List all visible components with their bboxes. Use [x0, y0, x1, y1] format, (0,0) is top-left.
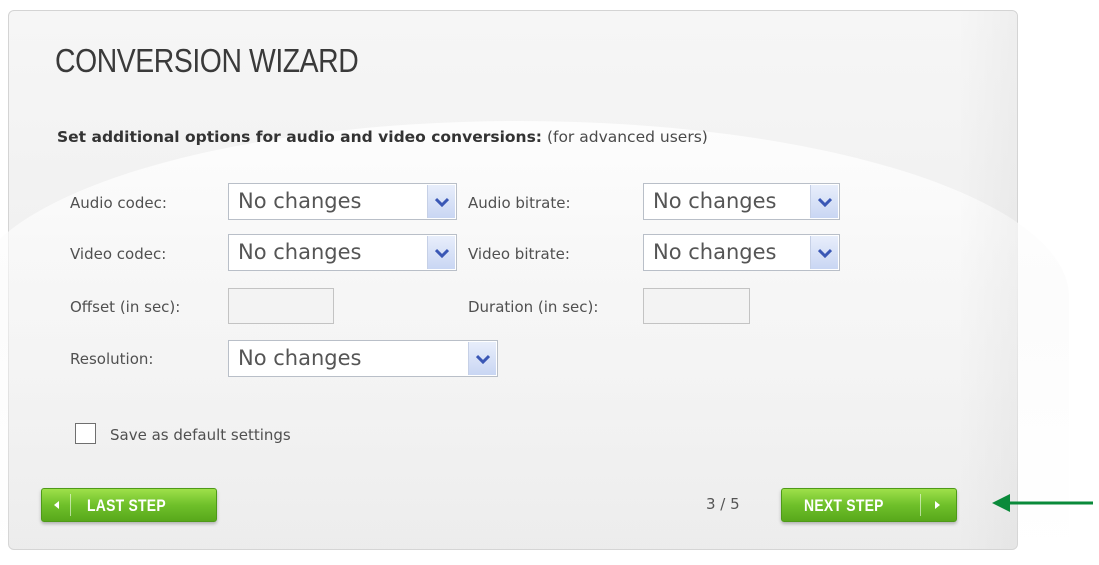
last-step-label: LAST STEP	[87, 496, 166, 515]
next-step-label: NEXT STEP	[804, 496, 884, 515]
arrow-left-icon	[54, 501, 59, 509]
panel-shade	[957, 11, 1017, 549]
button-separator	[70, 494, 71, 516]
last-step-button[interactable]: LAST STEP	[41, 488, 217, 522]
arrow-right-icon	[935, 501, 940, 509]
wizard-panel	[0, 10, 1069, 561]
audio-codec-label: Audio codec:	[70, 194, 167, 212]
video-bitrate-label: Video bitrate:	[468, 245, 570, 263]
video-codec-value: No changes	[238, 240, 362, 264]
save-default-label[interactable]: Save as default settings	[110, 426, 291, 444]
next-step-button[interactable]: NEXT STEP	[781, 488, 957, 522]
duration-input[interactable]	[643, 288, 750, 324]
subtitle-note: (for advanced users)	[542, 128, 708, 146]
chevron-down-icon[interactable]	[810, 236, 838, 269]
resolution-select[interactable]: No changes	[228, 340, 498, 377]
audio-bitrate-select[interactable]: No changes	[643, 183, 840, 220]
video-codec-select[interactable]: No changes	[228, 234, 457, 271]
audio-bitrate-label: Audio bitrate:	[468, 194, 571, 212]
button-separator	[920, 494, 921, 516]
audio-bitrate-value: No changes	[653, 189, 777, 213]
subtitle-bold: Set additional options for audio and vid…	[57, 128, 543, 146]
resolution-value: No changes	[238, 346, 362, 370]
step-indicator: 3 / 5	[706, 495, 740, 513]
offset-label: Offset (in sec):	[70, 298, 181, 316]
resolution-label: Resolution:	[70, 350, 154, 368]
annotation-arrow-icon	[992, 494, 1093, 512]
chevron-down-icon[interactable]	[427, 185, 455, 218]
page-title: CONVERSION WIZARD	[55, 42, 359, 79]
chevron-down-icon[interactable]	[427, 236, 455, 269]
options-subtitle: Set additional options for audio and vid…	[57, 128, 708, 146]
chevron-down-icon[interactable]	[810, 185, 838, 218]
duration-label: Duration (in sec):	[468, 298, 599, 316]
chevron-down-icon[interactable]	[468, 342, 496, 375]
video-codec-label: Video codec:	[70, 245, 167, 263]
video-bitrate-select[interactable]: No changes	[643, 234, 840, 271]
audio-codec-value: No changes	[238, 189, 362, 213]
save-default-checkbox[interactable]	[75, 423, 96, 444]
video-bitrate-value: No changes	[653, 240, 777, 264]
offset-input[interactable]	[228, 288, 334, 324]
audio-codec-select[interactable]: No changes	[228, 183, 457, 220]
